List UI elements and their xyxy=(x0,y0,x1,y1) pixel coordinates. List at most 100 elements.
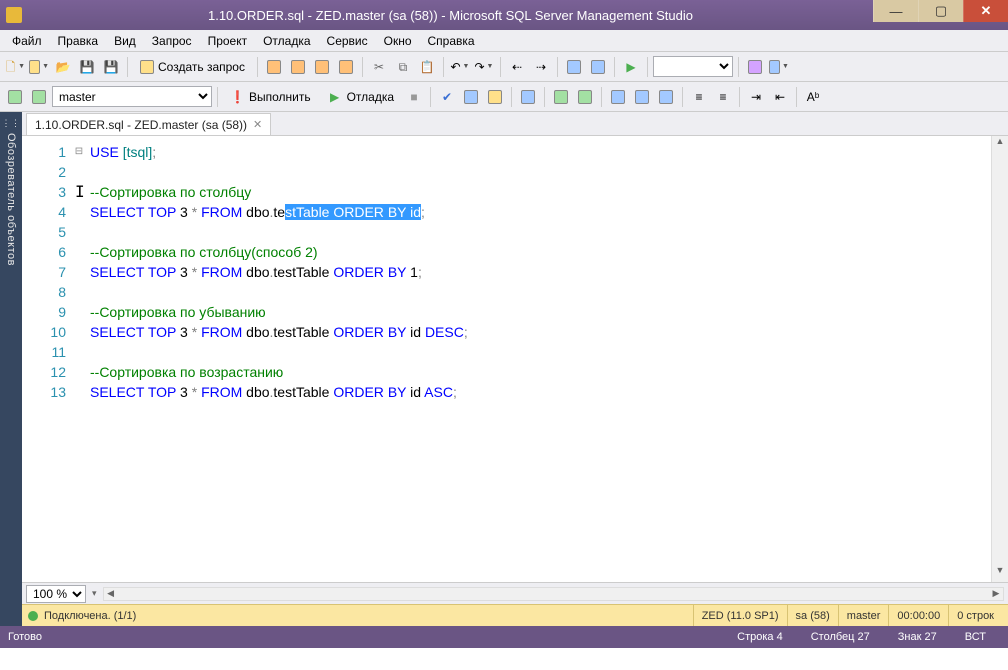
code-line[interactable] xyxy=(90,222,991,242)
debug-button[interactable]: ▶Отладка xyxy=(320,86,401,108)
status-ready: Готово xyxy=(8,631,42,643)
config-combo[interactable] xyxy=(653,56,733,77)
code-line[interactable]: --Сортировка по убыванию xyxy=(90,302,991,322)
cut-button[interactable]: ✂ xyxy=(368,56,390,78)
outline-toggle[interactable] xyxy=(72,382,86,402)
intellisense-button[interactable] xyxy=(517,86,539,108)
line-number: 5 xyxy=(22,222,66,242)
menu-item-7[interactable]: Окно xyxy=(376,32,420,50)
menu-item-2[interactable]: Вид xyxy=(106,32,144,50)
zoom-combo[interactable]: 100 % xyxy=(26,585,86,603)
nav-back-button[interactable]: ⇠ xyxy=(506,56,528,78)
nav-fwd-button[interactable]: ⇢ xyxy=(530,56,552,78)
open-button[interactable]: 📂 xyxy=(52,56,74,78)
scroll-left-icon[interactable]: ◀ xyxy=(104,588,118,600)
comment-button[interactable]: ≡ xyxy=(688,86,710,108)
results-grid-button[interactable] xyxy=(607,86,629,108)
code-line[interactable]: SELECT TOP 3 * FROM dbo.testTable ORDER … xyxy=(90,322,991,342)
database-combo[interactable]: master xyxy=(52,86,212,107)
outline-toggle[interactable] xyxy=(72,162,86,182)
outline-toggle[interactable] xyxy=(72,262,86,282)
menu-item-0[interactable]: Файл xyxy=(4,32,50,50)
paste-button[interactable]: 📋 xyxy=(416,56,438,78)
results-text-button[interactable] xyxy=(631,86,653,108)
code-editor[interactable]: 12345678910111213 ⊟ USE [tsql]; --Сортир… xyxy=(22,136,1008,582)
copy-button[interactable]: ⧉ xyxy=(392,56,414,78)
new-project-button[interactable]: 🗋▼ xyxy=(4,56,26,78)
estimated-plan-button[interactable] xyxy=(460,86,482,108)
code-line[interactable] xyxy=(90,162,991,182)
tb-icon-4[interactable] xyxy=(335,56,357,78)
maximize-button[interactable]: ▢ xyxy=(918,0,963,22)
new-query-button[interactable]: Создать запрос xyxy=(133,56,252,78)
tb-icon-8[interactable]: ▼ xyxy=(768,56,790,78)
code-line[interactable] xyxy=(90,342,991,362)
minimize-button[interactable]: — xyxy=(873,0,918,22)
scroll-right-icon[interactable]: ▶ xyxy=(989,588,1003,600)
code-line[interactable]: --Сортировка по столбцу xyxy=(90,182,991,202)
code-line[interactable]: SELECT TOP 3 * FROM dbo.testTable ORDER … xyxy=(90,262,991,282)
document-tab[interactable]: 1.10.ORDER.sql - ZED.master (sa (58)) ✕ xyxy=(26,113,271,135)
tb-icon-7[interactable] xyxy=(744,56,766,78)
outline-gutter[interactable]: ⊟ xyxy=(72,136,86,582)
vertical-scrollbar[interactable]: ▲ ▼ xyxy=(991,136,1008,582)
tab-close-icon[interactable]: ✕ xyxy=(253,118,262,131)
redo-button[interactable]: ↷▼ xyxy=(473,56,495,78)
tb-icon-6[interactable] xyxy=(587,56,609,78)
code-line[interactable]: --Сортировка по столбцу(способ 2) xyxy=(90,242,991,262)
parse-button[interactable]: ✔ xyxy=(436,86,458,108)
start-button[interactable]: ▶ xyxy=(620,56,642,78)
outline-toggle[interactable] xyxy=(72,322,86,342)
save-button[interactable]: 💾 xyxy=(76,56,98,78)
code-line[interactable]: SELECT TOP 3 * FROM dbo.testTable ORDER … xyxy=(90,382,991,402)
query-options-button[interactable] xyxy=(484,86,506,108)
indent-button[interactable]: ⇥ xyxy=(745,86,767,108)
menu-item-4[interactable]: Проект xyxy=(200,32,256,50)
outline-toggle[interactable] xyxy=(72,362,86,382)
code-line[interactable] xyxy=(90,282,991,302)
menu-item-5[interactable]: Отладка xyxy=(255,32,318,50)
uncomment-button[interactable]: ≡ xyxy=(712,86,734,108)
menu-item-8[interactable]: Справка xyxy=(420,32,483,50)
tb-icon-1[interactable] xyxy=(263,56,285,78)
stop-button[interactable]: ■ xyxy=(403,86,425,108)
connection-button[interactable] xyxy=(28,86,50,108)
save-all-button[interactable]: 💾 xyxy=(100,56,122,78)
outline-toggle[interactable] xyxy=(72,342,86,362)
object-explorer-sidebar[interactable]: ⋮⋮ Обозреватель объектов xyxy=(0,112,22,626)
add-item-button[interactable]: ▼ xyxy=(28,56,50,78)
code-line[interactable]: USE [tsql]; xyxy=(90,142,991,162)
specify-values-button[interactable]: Aᵇ xyxy=(802,86,824,108)
menu-item-6[interactable]: Сервис xyxy=(319,32,376,50)
tb-icon-3[interactable] xyxy=(311,56,333,78)
include-stats-button[interactable] xyxy=(574,86,596,108)
scroll-up-icon[interactable]: ▲ xyxy=(992,136,1008,153)
scroll-down-icon[interactable]: ▼ xyxy=(992,565,1008,582)
horizontal-scrollbar[interactable]: ◀ ▶ xyxy=(103,587,1004,601)
code-area[interactable]: USE [tsql]; --Сортировка по столбцуSELEC… xyxy=(86,136,991,582)
tb-icon-5[interactable] xyxy=(563,56,585,78)
code-line[interactable]: --Сортировка по возрастанию xyxy=(90,362,991,382)
window-buttons: — ▢ ✕ xyxy=(873,0,1008,30)
change-connection-button[interactable] xyxy=(4,86,26,108)
menu-item-3[interactable]: Запрос xyxy=(144,32,200,50)
status-col: Столбец 27 xyxy=(797,631,884,643)
include-plan-button[interactable] xyxy=(550,86,572,108)
undo-button[interactable]: ↶▼ xyxy=(449,56,471,78)
outline-toggle[interactable] xyxy=(72,222,86,242)
execute-button[interactable]: ❗Выполнить xyxy=(223,86,318,108)
outdent-button[interactable]: ⇤ xyxy=(769,86,791,108)
outline-toggle[interactable] xyxy=(72,202,86,222)
menu-item-1[interactable]: Правка xyxy=(50,32,107,50)
line-number: 8 xyxy=(22,282,66,302)
status-ins: ВСТ xyxy=(951,631,1000,643)
close-button[interactable]: ✕ xyxy=(963,0,1008,22)
outline-toggle[interactable] xyxy=(72,282,86,302)
code-line[interactable]: SELECT TOP 3 * FROM dbo.testTable ORDER … xyxy=(90,202,991,222)
results-file-button[interactable] xyxy=(655,86,677,108)
outline-toggle[interactable] xyxy=(72,302,86,322)
outline-toggle[interactable]: ⊟ xyxy=(72,142,86,162)
tb-icon-2[interactable] xyxy=(287,56,309,78)
sidebar-label: Обозреватель объектов xyxy=(5,133,17,266)
outline-toggle[interactable] xyxy=(72,242,86,262)
